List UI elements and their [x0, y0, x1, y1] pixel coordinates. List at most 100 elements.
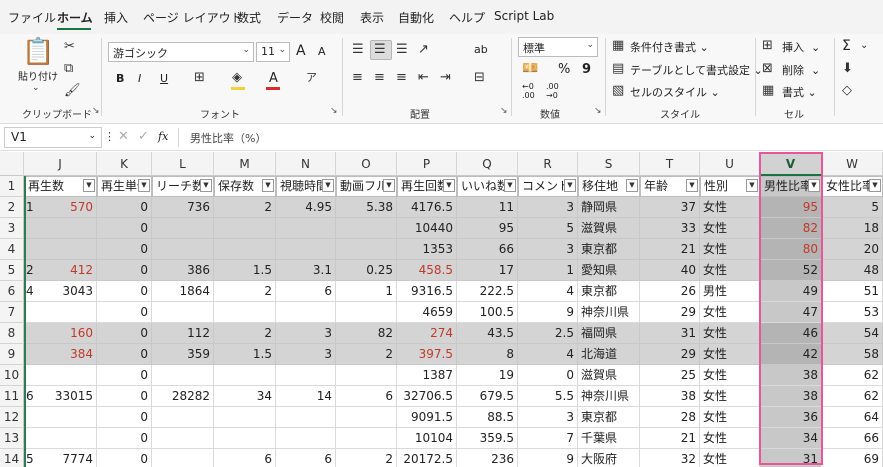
header-cell[interactable]: 保存数 ▼ — [214, 176, 276, 197]
data-cell[interactable]: 38 — [760, 365, 822, 386]
data-cell[interactable] — [336, 428, 397, 449]
data-cell[interactable]: 8 — [457, 344, 518, 365]
format-cells-button[interactable]: 書式 ⌄ — [782, 84, 817, 100]
data-cell[interactable]: 2 — [336, 344, 397, 365]
data-cell[interactable]: 54 — [822, 323, 883, 344]
header-cell[interactable]: リーチ数 ▼ — [152, 176, 214, 197]
data-cell[interactable]: 福岡県 — [578, 323, 640, 344]
decrease-indent-icon[interactable]: ⇤ — [418, 71, 429, 85]
data-cell[interactable]: 38 — [640, 386, 700, 407]
data-cell[interactable]: 0 — [97, 260, 152, 281]
dialog-launcher-icon[interactable]: ↘ — [330, 106, 338, 116]
data-cell[interactable]: 49 — [760, 281, 822, 302]
data-cell[interactable]: 62 — [822, 365, 883, 386]
filter-dropdown-icon[interactable]: ▼ — [626, 179, 638, 192]
data-cell[interactable]: 3043 — [24, 281, 97, 302]
data-cell[interactable]: 38 — [760, 386, 822, 407]
shrink-font-button[interactable]: A — [318, 45, 326, 58]
data-cell[interactable] — [152, 365, 214, 386]
data-cell[interactable]: 4 — [518, 344, 578, 365]
borders-icon[interactable]: ⊞ — [194, 71, 205, 85]
data-cell[interactable]: 東京都 — [578, 407, 640, 428]
data-cell[interactable] — [24, 218, 97, 239]
data-cell[interactable]: 26 — [640, 281, 700, 302]
chevron-down-icon[interactable]: ⌄ — [32, 81, 40, 95]
data-cell[interactable]: 88.5 — [457, 407, 518, 428]
data-cell[interactable]: 0 — [97, 302, 152, 323]
row-header-12[interactable]: 12 — [0, 407, 24, 428]
data-cell[interactable]: 11 — [457, 197, 518, 218]
data-cell[interactable]: 千葉県 — [578, 428, 640, 449]
data-cell[interactable]: 女性 — [700, 449, 760, 467]
data-cell[interactable]: 5.38 — [336, 197, 397, 218]
data-cell[interactable]: 4.95 — [276, 197, 336, 218]
header-cell[interactable]: 視聴時間 ▼ — [276, 176, 336, 197]
data-cell[interactable]: 95 — [760, 197, 822, 218]
delete-cells-button[interactable]: 削除 ⌄ — [782, 62, 820, 78]
more-icon[interactable]: ⋮ — [104, 130, 115, 144]
data-cell[interactable]: 7 — [518, 428, 578, 449]
cell-styles-icon[interactable]: ▧ — [612, 84, 624, 98]
data-cell[interactable] — [336, 407, 397, 428]
merge-center-icon[interactable]: ⊟ — [474, 71, 485, 85]
grow-font-button[interactable]: A — [296, 43, 306, 59]
data-cell[interactable]: 4659 — [397, 302, 457, 323]
phonetic-icon[interactable]: ア — [306, 71, 317, 85]
data-cell[interactable]: 47 — [760, 302, 822, 323]
data-cell[interactable] — [24, 407, 97, 428]
filter-dropdown-icon[interactable]: ▼ — [746, 179, 758, 192]
data-cell[interactable]: 4176.5 — [397, 197, 457, 218]
data-cell[interactable]: 2 — [214, 281, 276, 302]
tab-7[interactable]: 表示 — [360, 9, 384, 26]
column-header-N[interactable]: N — [276, 152, 336, 176]
data-cell[interactable] — [276, 428, 336, 449]
data-cell[interactable]: 女性 — [700, 197, 760, 218]
data-cell[interactable]: 1353 — [397, 239, 457, 260]
data-cell[interactable]: 160 — [24, 323, 97, 344]
data-cell[interactable]: 3 — [518, 239, 578, 260]
data-cell[interactable]: 0 — [97, 239, 152, 260]
data-cell[interactable]: 17 — [457, 260, 518, 281]
data-cell[interactable]: 46 — [760, 323, 822, 344]
underline-button[interactable]: U — [160, 72, 168, 85]
clear-icon[interactable]: ◇ — [842, 84, 852, 98]
autosum-button[interactable]: Σ — [842, 38, 851, 54]
align-center-icon[interactable]: ≡ — [374, 71, 385, 85]
data-cell[interactable]: 10104 — [397, 428, 457, 449]
data-cell[interactable]: 大阪府 — [578, 449, 640, 467]
tab-10[interactable]: Script Lab — [494, 9, 554, 23]
data-cell[interactable]: 3 — [518, 407, 578, 428]
data-cell[interactable]: 6 — [336, 386, 397, 407]
data-cell[interactable]: 3 — [518, 197, 578, 218]
insert-cells-icon[interactable]: ⊞ — [762, 39, 773, 53]
tab-4[interactable]: 数式 — [237, 9, 261, 26]
data-cell[interactable]: 女性 — [700, 239, 760, 260]
font-size-select[interactable]: 11 ⌄ — [256, 42, 290, 62]
cancel-icon[interactable]: ✕ — [118, 130, 129, 144]
format-cells-icon[interactable]: ▦ — [762, 84, 774, 98]
data-cell[interactable]: 386 — [152, 260, 214, 281]
orientation-icon[interactable]: ↗ — [418, 43, 429, 57]
header-cell[interactable]: 年齢 ▼ — [640, 176, 700, 197]
column-header-J[interactable]: J — [24, 152, 97, 176]
bold-button[interactable]: B — [116, 72, 124, 85]
data-cell[interactable] — [276, 218, 336, 239]
data-cell[interactable] — [276, 302, 336, 323]
data-cell[interactable]: 0 — [97, 386, 152, 407]
data-cell[interactable] — [276, 239, 336, 260]
data-cell[interactable]: 32 — [640, 449, 700, 467]
data-cell[interactable] — [152, 239, 214, 260]
confirm-icon[interactable]: ✓ — [138, 130, 149, 144]
data-cell[interactable]: 神奈川県 — [578, 302, 640, 323]
filter-dropdown-icon[interactable]: ▼ — [200, 179, 212, 192]
comma-button[interactable]: 9 — [582, 62, 591, 77]
data-cell[interactable]: 95 — [457, 218, 518, 239]
data-cell[interactable]: 42 — [760, 344, 822, 365]
data-cell[interactable] — [152, 302, 214, 323]
conditional-format-button[interactable]: 条件付き書式 ⌄ — [630, 39, 709, 55]
header-cell[interactable]: 女性比率 ▼ — [822, 176, 883, 197]
data-cell[interactable]: 2 — [336, 449, 397, 467]
conditional-format-icon[interactable]: ▦ — [612, 39, 624, 53]
filter-dropdown-icon[interactable]: ▼ — [869, 179, 881, 192]
data-cell[interactable]: 0 — [97, 365, 152, 386]
